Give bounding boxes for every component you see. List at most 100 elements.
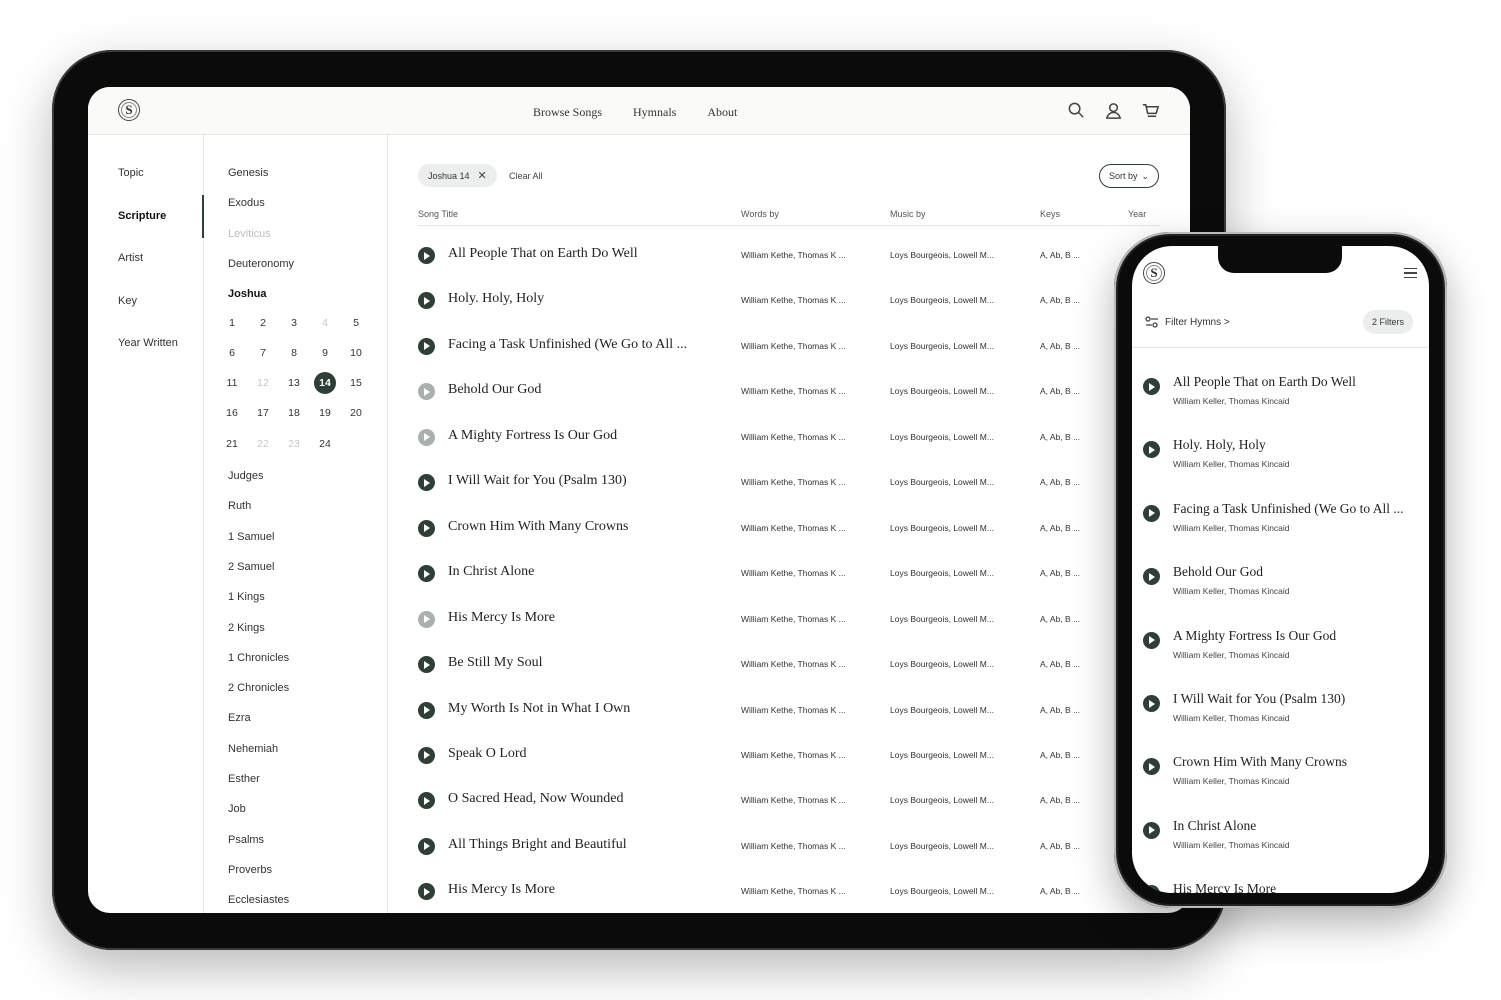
- nav-about[interactable]: About: [707, 105, 737, 120]
- chapter-20[interactable]: 20: [345, 402, 367, 424]
- mobile-song-row[interactable]: Facing a Task Unfinished (We Go to All .…: [1143, 493, 1423, 553]
- chapter-14[interactable]: 14: [314, 372, 336, 395]
- song-title[interactable]: His Mercy Is More: [448, 610, 555, 626]
- song-title[interactable]: Speak O Lord: [448, 746, 527, 762]
- play-icon[interactable]: [1143, 695, 1160, 712]
- song-title[interactable]: I Will Wait for You (Psalm 130): [448, 473, 627, 489]
- play-icon[interactable]: [418, 701, 435, 719]
- song-title[interactable]: A Mighty Fortress Is Our God: [448, 428, 617, 444]
- chapter-24[interactable]: 24: [314, 433, 336, 455]
- active-filter-chip[interactable]: Joshua 14 ✕: [418, 164, 497, 187]
- mobile-song-row[interactable]: Crown Him With Many Crowns William Keller…: [1143, 746, 1423, 806]
- play-icon[interactable]: [418, 837, 435, 855]
- search-icon[interactable]: [1067, 101, 1086, 120]
- song-row[interactable]: Behold Our God William Kethe, Thomas K ..…: [418, 377, 1160, 422]
- menu-icon[interactable]: [1404, 268, 1417, 279]
- song-row[interactable]: My Worth Is Not in What I Own William Ket…: [418, 696, 1160, 741]
- play-icon[interactable]: [418, 292, 435, 310]
- chapter-7[interactable]: 7: [252, 342, 274, 364]
- filter-count-badge[interactable]: 2 Filters: [1363, 310, 1414, 334]
- song-row[interactable]: All People That on Earth Do Well William …: [418, 241, 1160, 286]
- book-exodus[interactable]: Exodus: [228, 197, 265, 209]
- song-row[interactable]: All Things Bright and Beautiful William K…: [418, 832, 1160, 877]
- play-icon[interactable]: [418, 565, 435, 583]
- play-icon[interactable]: [1143, 568, 1160, 586]
- book-deuteronomy[interactable]: Deuteronomy: [228, 258, 294, 270]
- mobile-song-row[interactable]: Holy. Holy, Holy William Keller, Thomas K…: [1143, 429, 1423, 489]
- play-icon[interactable]: [1143, 885, 1160, 893]
- play-icon[interactable]: [418, 428, 435, 446]
- filter-hymns-button[interactable]: Filter Hymns >: [1145, 316, 1230, 328]
- song-row[interactable]: O Sacred Head, Now Wounded William Kethe,…: [418, 786, 1160, 831]
- song-title[interactable]: My Worth Is Not in What I Own: [448, 701, 630, 717]
- book-1-chronicles[interactable]: 1 Chronicles: [228, 652, 289, 664]
- book-genesis[interactable]: Genesis: [228, 167, 268, 179]
- book-psalms[interactable]: Psalms: [228, 834, 264, 846]
- chapter-8[interactable]: 8: [283, 342, 305, 364]
- mobile-song-row[interactable]: Behold Our God William Keller, Thomas Kin…: [1143, 556, 1423, 616]
- song-title[interactable]: Holy. Holy, Holy: [1173, 437, 1266, 453]
- song-title[interactable]: All People That on Earth Do Well: [448, 246, 638, 262]
- play-icon[interactable]: [1143, 631, 1160, 649]
- play-icon[interactable]: [418, 746, 435, 764]
- mobile-song-row[interactable]: His Mercy Is MoreWilliam Keller, Thomas …: [1143, 873, 1423, 893]
- play-icon[interactable]: [1143, 441, 1160, 459]
- chapter-19[interactable]: 19: [314, 402, 336, 424]
- song-title[interactable]: Holy. Holy, Holy: [448, 291, 544, 307]
- book-1-kings[interactable]: 1 Kings: [228, 591, 265, 603]
- song-title[interactable]: O Sacred Head, Now Wounded: [448, 791, 624, 807]
- chapter-16[interactable]: 16: [221, 402, 243, 424]
- chapter-9[interactable]: 9: [314, 342, 336, 364]
- site-logo[interactable]: S: [118, 99, 140, 121]
- song-title[interactable]: Crown Him With Many Crowns: [448, 519, 628, 535]
- play-icon[interactable]: [1143, 378, 1160, 395]
- book-job[interactable]: Job: [228, 803, 246, 815]
- play-icon[interactable]: [418, 519, 435, 537]
- book-joshua[interactable]: Joshua: [228, 288, 267, 300]
- song-title[interactable]: Crown Him With Many Crowns: [1173, 754, 1347, 770]
- chapter-17[interactable]: 17: [252, 402, 274, 424]
- play-icon[interactable]: [1143, 821, 1160, 839]
- book-proverbs[interactable]: Proverbs: [228, 864, 272, 876]
- song-row[interactable]: Facing a Task Unfinished (We Go to All .…: [418, 332, 1160, 377]
- song-row[interactable]: Be Still My Soul William Kethe, Thomas K …: [418, 650, 1160, 695]
- category-artist[interactable]: Artist: [118, 252, 143, 264]
- play-icon[interactable]: [418, 474, 435, 492]
- nav-browse-songs[interactable]: Browse Songs: [533, 105, 602, 120]
- user-icon[interactable]: [1104, 101, 1123, 120]
- song-title[interactable]: In Christ Alone: [1173, 818, 1256, 834]
- chapter-10[interactable]: 10: [345, 342, 367, 364]
- play-icon[interactable]: [418, 656, 435, 674]
- clear-all-link[interactable]: Clear All: [509, 171, 543, 181]
- chapter-21[interactable]: 21: [221, 433, 243, 455]
- chapter-18[interactable]: 18: [283, 402, 305, 424]
- chapter-4[interactable]: 4: [314, 312, 336, 334]
- chapter-12[interactable]: 12: [252, 372, 274, 394]
- song-row[interactable]: A Mighty Fortress Is Our God William Keth…: [418, 423, 1160, 468]
- song-title[interactable]: Facing a Task Unfinished (We Go to All .…: [448, 337, 687, 353]
- song-title[interactable]: Be Still My Soul: [448, 655, 543, 671]
- book-2-kings[interactable]: 2 Kings: [228, 622, 265, 634]
- book-ruth[interactable]: Ruth: [228, 500, 251, 512]
- song-row[interactable]: His Mercy Is More William Kethe, Thomas K…: [418, 605, 1160, 650]
- song-title[interactable]: Behold Our God: [448, 382, 541, 398]
- play-icon[interactable]: [418, 337, 435, 355]
- book-2-samuel[interactable]: 2 Samuel: [228, 561, 274, 573]
- song-title[interactable]: His Mercy Is More: [448, 882, 555, 898]
- song-title[interactable]: In Christ Alone: [448, 564, 534, 580]
- book-esther[interactable]: Esther: [228, 773, 260, 785]
- book-2-chronicles[interactable]: 2 Chronicles: [228, 682, 289, 694]
- chapter-5[interactable]: 5: [345, 312, 367, 334]
- mobile-song-row[interactable]: I Will Wait for You (Psalm 130) William K…: [1143, 683, 1423, 743]
- chapter-3[interactable]: 3: [283, 312, 305, 334]
- chapter-22[interactable]: 22: [252, 433, 274, 455]
- chapter-2[interactable]: 2: [252, 312, 274, 334]
- play-icon[interactable]: [418, 383, 435, 401]
- column-header-title[interactable]: Song Title: [418, 209, 458, 219]
- close-icon[interactable]: ✕: [478, 169, 487, 182]
- song-row[interactable]: In Christ Alone William Kethe, Thomas K .…: [418, 559, 1160, 604]
- category-scripture[interactable]: Scripture: [118, 210, 166, 222]
- cart-icon[interactable]: [1141, 101, 1160, 120]
- song-row[interactable]: Holy. Holy, Holy William Kethe, Thomas K …: [418, 286, 1160, 331]
- nav-hymnals[interactable]: Hymnals: [633, 105, 676, 120]
